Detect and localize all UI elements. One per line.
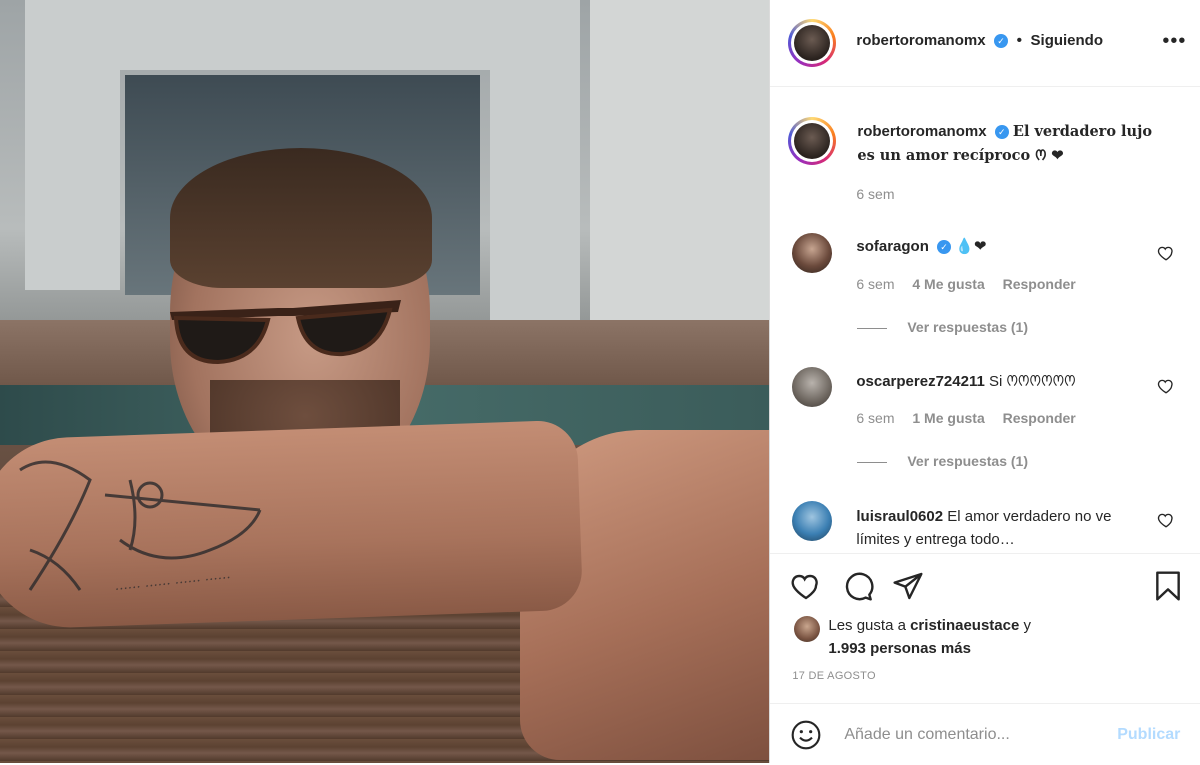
comment-meta: 6 sem 1 Me gusta Responder — [856, 410, 1075, 426]
man-hair — [170, 148, 432, 288]
post-photo[interactable]: …… …… …… …… — [0, 0, 770, 763]
building-column — [490, 0, 580, 320]
comment-likes[interactable]: 4 Me gusta — [912, 276, 984, 292]
building-column — [25, 0, 120, 290]
view-replies-line — [857, 327, 888, 329]
view-replies-line — [857, 461, 888, 463]
svg-text:…… …… …… ……: …… …… …… …… — [114, 567, 231, 594]
liker-avatar[interactable] — [794, 616, 821, 642]
comment-text: 💧❤ — [955, 238, 987, 255]
comment-username[interactable]: luisraul0602 — [856, 508, 943, 525]
comment-heart-icon[interactable] — [1157, 377, 1175, 395]
comment-heart-icon[interactable] — [1157, 511, 1175, 529]
reply-button[interactable]: Responder — [1003, 410, 1076, 426]
likes-summary: Les gusta a cristinaeustace y 1.993 pers… — [828, 614, 1031, 660]
building-wall — [590, 0, 770, 330]
add-comment-bar: Publicar — [770, 703, 1200, 765]
caption-text-block: robertoromanomx ✓ El verdadero lujo es u… — [857, 120, 1157, 168]
comment-body: oscarperez724211 Si 𞋒𞋒𞋒𞋒𞋒𞋒 — [856, 371, 1075, 390]
post-actions: Les gusta a cristinaeustace y 1.993 pers… — [770, 553, 1200, 764]
view-replies-button[interactable]: Ver respuestas (1) — [857, 453, 1028, 469]
commenter-avatar[interactable] — [792, 233, 833, 273]
comment-time[interactable]: 6 sem — [856, 410, 894, 426]
comments-list[interactable]: robertoromanomx ✓ El verdadero lujo es u… — [770, 87, 1200, 553]
comment-username[interactable]: oscarperez724211 — [856, 373, 984, 390]
post-date[interactable]: 17 DE AGOSTO — [792, 670, 875, 682]
author-username[interactable]: robertoromanomx — [856, 32, 985, 49]
emoji-icon[interactable] — [790, 719, 822, 751]
comment-heart-icon[interactable] — [1157, 244, 1175, 262]
publish-button[interactable]: Publicar — [1117, 726, 1180, 744]
comment-body: sofaragon ✓ 💧❤ — [856, 237, 986, 255]
post-side-panel: robertoromanomx ✓ • Siguiendo ••• robert… — [769, 0, 1200, 763]
separator-dot: • — [1016, 32, 1023, 49]
caption-author-username[interactable]: robertoromanomx — [857, 123, 986, 140]
post-modal: …… …… …… …… robertoromanomx ✓ • Siguiend… — [0, 0, 1200, 763]
sunglasses — [170, 300, 401, 365]
commenter-avatar[interactable] — [792, 501, 833, 541]
heart-icon[interactable] — [790, 570, 822, 602]
verified-badge-icon: ✓ — [937, 240, 952, 255]
caption-author-avatar[interactable] — [788, 117, 837, 165]
comment-text: Si 𞋒𞋒𞋒𞋒𞋒𞋒 — [988, 373, 1076, 390]
likes-conj: y — [1023, 617, 1032, 634]
comment-body: luisraul0602 El amor verdadero no ve lím… — [856, 505, 1116, 551]
share-icon[interactable] — [892, 570, 924, 602]
likes-count[interactable]: 1.993 personas más — [828, 640, 971, 657]
comment-username[interactable]: sofaragon — [856, 238, 929, 255]
likes-prefix: Les gusta a — [828, 617, 906, 634]
more-options-icon[interactable]: ••• — [1162, 30, 1186, 53]
verified-badge-icon: ✓ — [994, 125, 1009, 140]
comment-input[interactable] — [842, 722, 1107, 748]
save-icon[interactable] — [1152, 570, 1184, 602]
view-replies-button[interactable]: Ver respuestas (1) — [857, 319, 1028, 335]
arm-tattoo: …… …… …… …… — [19, 460, 262, 594]
commenter-avatar[interactable] — [792, 367, 833, 407]
building-beam — [120, 0, 490, 70]
verified-badge-icon: ✓ — [994, 33, 1008, 48]
liker-username[interactable]: cristinaeustace — [910, 617, 1019, 634]
caption-time[interactable]: 6 sem — [856, 186, 894, 202]
post-header: robertoromanomx ✓ • Siguiendo ••• — [770, 0, 1200, 87]
reply-button[interactable]: Responder — [1003, 276, 1076, 292]
author-info: robertoromanomx ✓ • Siguiendo — [856, 32, 1103, 50]
following-button[interactable]: Siguiendo — [1031, 32, 1104, 49]
comment-icon[interactable] — [842, 570, 874, 602]
comment-time[interactable]: 6 sem — [856, 276, 894, 292]
author-avatar[interactable] — [788, 19, 837, 67]
comment-likes[interactable]: 1 Me gusta — [912, 410, 984, 426]
comment-meta: 6 sem 4 Me gusta Responder — [856, 276, 1075, 292]
